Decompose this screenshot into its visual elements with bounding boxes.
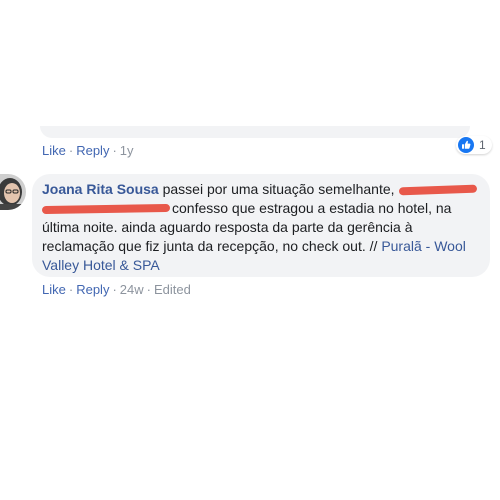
separator: ·	[68, 143, 74, 158]
separator: ·	[146, 282, 151, 297]
redaction-mark	[398, 184, 477, 196]
avatar[interactable]	[0, 174, 26, 210]
like-link[interactable]: Like	[42, 143, 66, 158]
comment-body: Joana Rita Sousa passei por uma situação…	[41, 180, 482, 275]
reaction-count: 1	[479, 138, 486, 152]
separator: ·	[112, 143, 117, 158]
thumbs-up-icon	[458, 137, 474, 153]
separator: ·	[112, 282, 117, 297]
like-link[interactable]: Like	[42, 282, 66, 297]
timestamp[interactable]: 24w	[120, 282, 144, 297]
comment-actions: Like · Reply · 24w · Edited	[42, 282, 191, 297]
comment-text-part1: passei por uma situação semelhante,	[162, 181, 395, 197]
comment-thread: Like · Reply · 1y 1 Joana Rita Sousa passei …	[0, 0, 500, 500]
reaction-summary[interactable]: 1	[456, 136, 492, 154]
author-name[interactable]: Joana Rita Sousa	[42, 181, 159, 197]
redaction-mark	[41, 204, 171, 215]
timestamp[interactable]: 1y	[120, 143, 134, 158]
edited-label[interactable]: Edited	[154, 282, 191, 297]
reply-link[interactable]: Reply	[76, 143, 109, 158]
previous-comment-bubble	[40, 126, 470, 138]
reply-link[interactable]: Reply	[76, 282, 109, 297]
separator: ·	[68, 282, 74, 297]
previous-comment-actions: Like · Reply · 1y	[42, 143, 134, 158]
